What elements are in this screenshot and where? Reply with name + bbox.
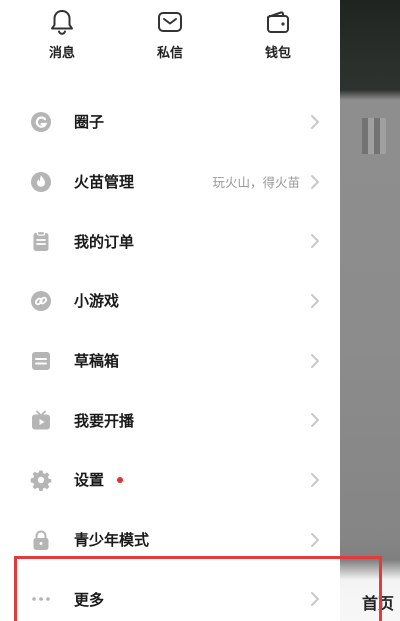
- more-dots-icon: [30, 588, 52, 610]
- gear-icon: [30, 469, 52, 491]
- chevron-right-icon: [310, 353, 320, 369]
- drawer-menu: 圈子 火苗管理 玩火山，得火苗 我的订单 小游戏 草稿箱 我要开播 设置 青少年…: [0, 92, 340, 621]
- circle-g-icon: [30, 111, 52, 133]
- home-tab-label[interactable]: 首页: [362, 590, 394, 614]
- menu-item-circle[interactable]: 圈子: [0, 92, 340, 152]
- menu-item-hint: 玩火山，得火苗: [212, 175, 300, 191]
- wallet-icon: [267, 11, 289, 33]
- menu-item-settings[interactable]: 设置: [0, 450, 340, 510]
- wallet-button[interactable]: 钱包: [238, 8, 318, 70]
- menu-item-go-live[interactable]: 我要开播: [0, 390, 340, 450]
- envelope-icon: [158, 12, 182, 32]
- menu-item-my-orders[interactable]: 我的订单: [0, 211, 340, 271]
- chevron-right-icon: [310, 114, 320, 130]
- chevron-right-icon: [310, 591, 320, 607]
- menu-item-label: 草稿箱: [74, 352, 120, 371]
- chevron-right-icon: [310, 472, 320, 488]
- menu-item-label: 火苗管理: [74, 173, 135, 192]
- menu-item-label: 设置: [74, 471, 105, 490]
- drafts-box-icon: [30, 350, 52, 372]
- pixelated-image: [362, 118, 386, 154]
- menu-item-label: 圈子: [74, 113, 105, 132]
- menu-item-label: 青少年模式: [74, 531, 150, 550]
- menu-item-drafts[interactable]: 草稿箱: [0, 331, 340, 391]
- chevron-right-icon: [310, 293, 320, 309]
- chevron-right-icon: [310, 412, 320, 428]
- menu-item-label: 我要开播: [74, 411, 135, 430]
- notification-dot: [117, 476, 123, 483]
- menu-item-flame-manage[interactable]: 火苗管理 玩火山，得火苗: [0, 152, 340, 212]
- menu-item-more[interactable]: 更多: [0, 570, 340, 621]
- lock-icon: [30, 529, 52, 551]
- messages-label: 消息: [48, 46, 75, 61]
- game-link-icon: [30, 290, 52, 312]
- bell-icon: [51, 10, 73, 35]
- menu-item-label: 我的订单: [74, 232, 135, 251]
- side-drawer: 消息 私信 钱包 圈子 火苗管理 玩火山，得火苗 我的订单 小游戏 草稿箱 我要…: [0, 0, 340, 621]
- chevron-right-icon: [310, 174, 320, 190]
- clipboard-icon: [30, 230, 52, 252]
- messages-button[interactable]: 消息: [22, 8, 102, 70]
- wallet-label: 钱包: [264, 46, 291, 61]
- chevron-right-icon: [310, 233, 320, 249]
- top-actions: 消息 私信 钱包: [0, 0, 340, 80]
- menu-item-label: 小游戏: [74, 292, 120, 311]
- flame-icon: [30, 171, 52, 193]
- direct-message-label: 私信: [156, 46, 183, 61]
- direct-message-button[interactable]: 私信: [130, 8, 210, 70]
- menu-item-teen-mode[interactable]: 青少年模式: [0, 510, 340, 570]
- menu-item-label: 更多: [74, 590, 105, 609]
- menu-item-mini-games[interactable]: 小游戏: [0, 271, 340, 331]
- chevron-right-icon: [310, 532, 320, 548]
- background-content: 首页: [340, 0, 400, 621]
- live-tv-icon: [30, 409, 52, 431]
